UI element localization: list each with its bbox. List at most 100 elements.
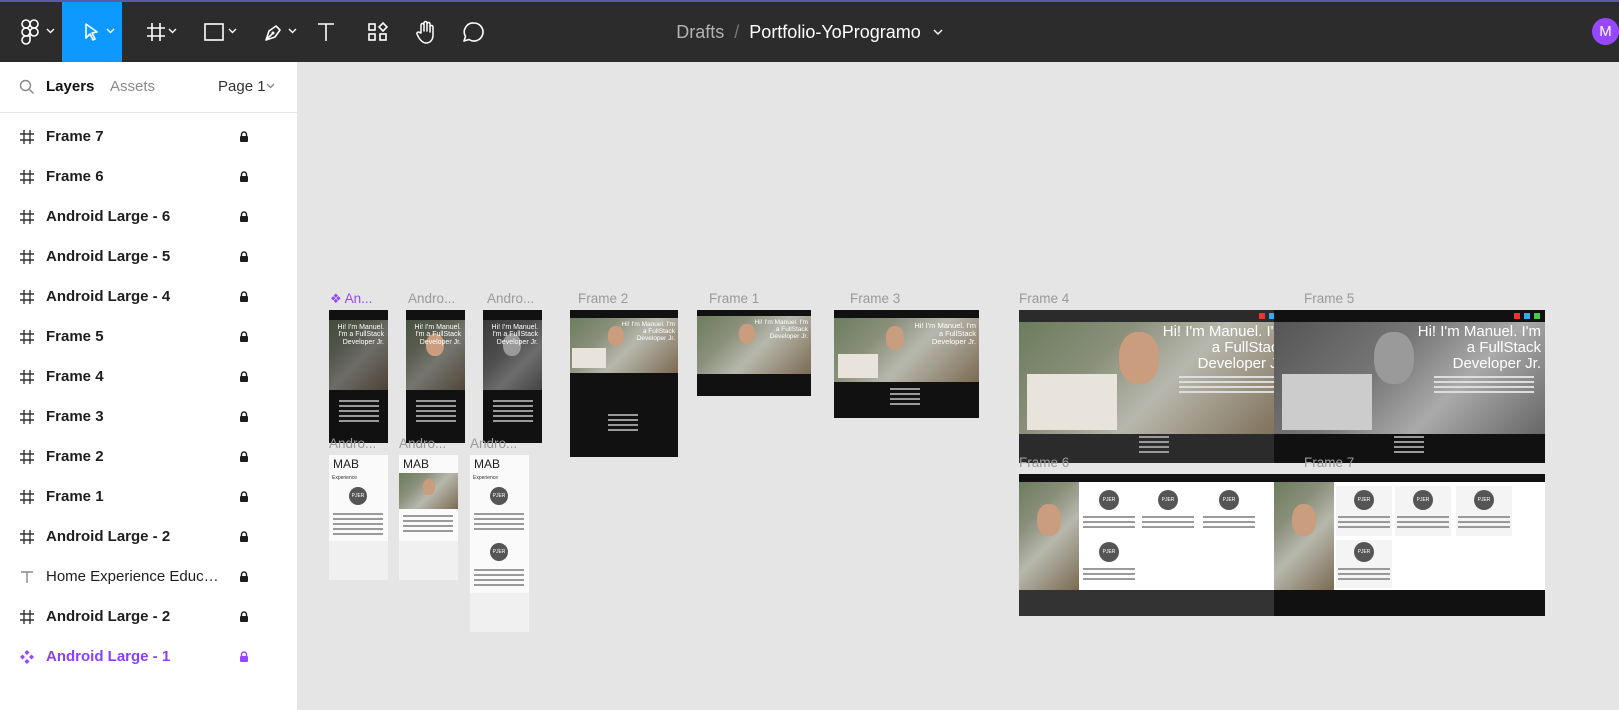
frame-1[interactable]: Hi! I'm Manuel. I'm a FullStack Develope… — [697, 310, 811, 396]
chevron-down-icon — [266, 83, 275, 89]
layer-item[interactable]: Frame 1 — [0, 478, 297, 518]
lock-icon[interactable] — [239, 130, 249, 147]
frame-icon — [19, 289, 35, 305]
component-icon — [19, 649, 35, 665]
frame-icon — [19, 169, 35, 185]
experience-text — [474, 513, 524, 533]
experience-card: PJER — [1336, 540, 1392, 588]
android-large-2b-frame[interactable]: MAB Experience PJER PJER — [470, 455, 529, 632]
layer-name: Home Experience Educati... — [46, 568, 226, 585]
lock-icon[interactable] — [239, 570, 249, 587]
frame-7[interactable]: PJER PJER PJER PJER — [1274, 474, 1545, 616]
canvas[interactable]: ❖ An... Andro... Andro... Frame 2 Frame … — [298, 62, 1619, 710]
tab-assets[interactable]: Assets — [110, 78, 155, 95]
frame-label-frame-7[interactable]: Frame 7 — [1304, 455, 1354, 470]
frame-3[interactable]: Hi! I'm Manuel. I'm a FullStack Develope… — [834, 310, 979, 418]
mobile-hero-line2: I'm a FullStack — [492, 331, 538, 339]
frame-label-frame-1[interactable]: Frame 1 — [709, 291, 759, 306]
frame-4[interactable]: Hi! I'm Manuel. I'm a FullStack Develope… — [1019, 310, 1290, 463]
layer-item[interactable]: Frame 2 — [0, 438, 297, 478]
frame-6[interactable]: PJER PJER PJER PJER — [1019, 474, 1290, 616]
comment-tool-button[interactable] — [458, 2, 490, 62]
lock-icon[interactable] — [239, 370, 249, 387]
layer-item[interactable]: Home Experience Educati... — [0, 558, 297, 598]
tab-layers[interactable]: Layers — [46, 78, 94, 95]
lock-icon[interactable] — [239, 410, 249, 427]
badge: PJER — [1413, 490, 1433, 510]
lock-icon[interactable] — [239, 450, 249, 467]
page-selector[interactable]: Page 1 — [218, 78, 275, 95]
layer-item[interactable]: Android Large - 4 — [0, 278, 297, 318]
frame-label-android-e[interactable]: Andro... — [470, 436, 517, 451]
android-large-2-frame[interactable]: MAB Experience PJER — [329, 455, 388, 580]
component-icon: ❖ — [330, 291, 342, 306]
layer-item[interactable]: Frame 4 — [0, 358, 297, 398]
layer-name: Android Large - 6 — [46, 208, 171, 225]
hand-tool-button[interactable] — [410, 2, 442, 62]
frame-label-android-large-1[interactable]: ❖ An... — [330, 291, 372, 307]
text-tool-button[interactable] — [310, 2, 342, 62]
layer-item[interactable]: Frame 5 — [0, 318, 297, 358]
lock-icon[interactable] — [239, 290, 249, 307]
hand-icon — [416, 20, 434, 44]
frame-label-android-a[interactable]: Andro... — [408, 291, 455, 306]
frame-2[interactable]: Hi! I'm Manuel. I'm a FullStack Develope… — [570, 310, 678, 457]
frame-label-text: An... — [344, 291, 373, 306]
resources-tool-button[interactable] — [362, 2, 394, 62]
frame-5[interactable]: Hi! I'm Manuel. I'm a FullStack Develope… — [1274, 310, 1545, 463]
frame-label-frame-2[interactable]: Frame 2 — [578, 291, 628, 306]
shape-tool-button[interactable] — [190, 2, 238, 62]
layer-name: Frame 6 — [46, 168, 104, 185]
hero-line1: Hi! I'm Manuel. I'm — [1417, 323, 1541, 340]
lock-icon[interactable] — [239, 650, 249, 667]
frame-label-frame-4[interactable]: Frame 4 — [1019, 291, 1069, 306]
frame-label-frame-6[interactable]: Frame 6 — [1019, 455, 1069, 470]
frame-label-frame-5[interactable]: Frame 5 — [1304, 291, 1354, 306]
android-large-6-frame[interactable]: Hi! I'm Manuel. I'm a FullStack Develope… — [406, 310, 465, 443]
lock-icon[interactable] — [239, 610, 249, 627]
lock-icon[interactable] — [239, 170, 249, 187]
layer-item[interactable]: Frame 7 — [0, 118, 297, 158]
main-menu-button[interactable] — [8, 2, 55, 62]
move-tool-button[interactable] — [62, 2, 122, 62]
layer-item[interactable]: Android Large - 6 — [0, 198, 297, 238]
hero-text: Hi! I'm Manuel. I'm a FullStack Develope… — [1418, 324, 1541, 371]
frame-icon — [19, 529, 35, 545]
navbar — [1274, 474, 1545, 482]
layer-item[interactable]: Android Large - 2 — [0, 518, 297, 558]
mobile-hero-line3: Developer Jr. — [419, 338, 461, 346]
layer-item[interactable]: Frame 6 — [0, 158, 297, 198]
search-icon[interactable] — [19, 79, 35, 95]
layer-item[interactable]: Android Large - 5 — [0, 238, 297, 278]
figma-app: Drafts / Portfolio-YoProgramo M Layers A… — [0, 0, 1619, 710]
frame-label-android-c[interactable]: Andro... — [329, 436, 376, 451]
lock-icon[interactable] — [239, 530, 249, 547]
layer-item[interactable]: Android Large - 2 — [0, 598, 297, 638]
lock-icon[interactable] — [239, 210, 249, 227]
laptop-image — [838, 354, 878, 378]
breadcrumb-project[interactable]: Drafts — [676, 22, 724, 43]
layer-item[interactable]: Android Large - 1 — [0, 638, 297, 678]
frame-label-android-d[interactable]: Andro... — [399, 436, 446, 451]
badge: PJER — [1219, 490, 1239, 510]
pen-tool-button[interactable] — [250, 2, 298, 62]
frame-icon — [19, 409, 35, 425]
frame-tool-button[interactable] — [132, 2, 180, 62]
mobile-hero-text: Hi! I'm Manuel. I'm a FullStack Develope… — [338, 324, 384, 346]
android-large-1-frame[interactable]: Hi! I'm Manuel. I'm a FullStack Develope… — [329, 310, 388, 443]
lock-icon[interactable] — [239, 330, 249, 347]
lock-icon[interactable] — [239, 250, 249, 267]
lock-icon[interactable] — [239, 490, 249, 507]
file-menu-chevron-icon[interactable] — [933, 29, 943, 36]
user-avatar[interactable]: M — [1592, 18, 1619, 45]
nav-icon — [1534, 313, 1540, 319]
frame-hash-icon — [147, 23, 165, 41]
android-large-4-frame[interactable]: MAB — [399, 455, 458, 580]
layer-item[interactable]: Frame 3 — [0, 398, 297, 438]
android-large-5-frame[interactable]: Hi! I'm Manuel. I'm a FullStack Develope… — [483, 310, 542, 443]
experience-card: PJER — [1201, 486, 1257, 536]
frame-label-android-b[interactable]: Andro... — [487, 291, 534, 306]
hero-line3: Developer Jr. — [636, 334, 675, 342]
breadcrumb-file-name[interactable]: Portfolio-YoProgramo — [749, 22, 920, 43]
frame-label-frame-3[interactable]: Frame 3 — [850, 291, 900, 306]
